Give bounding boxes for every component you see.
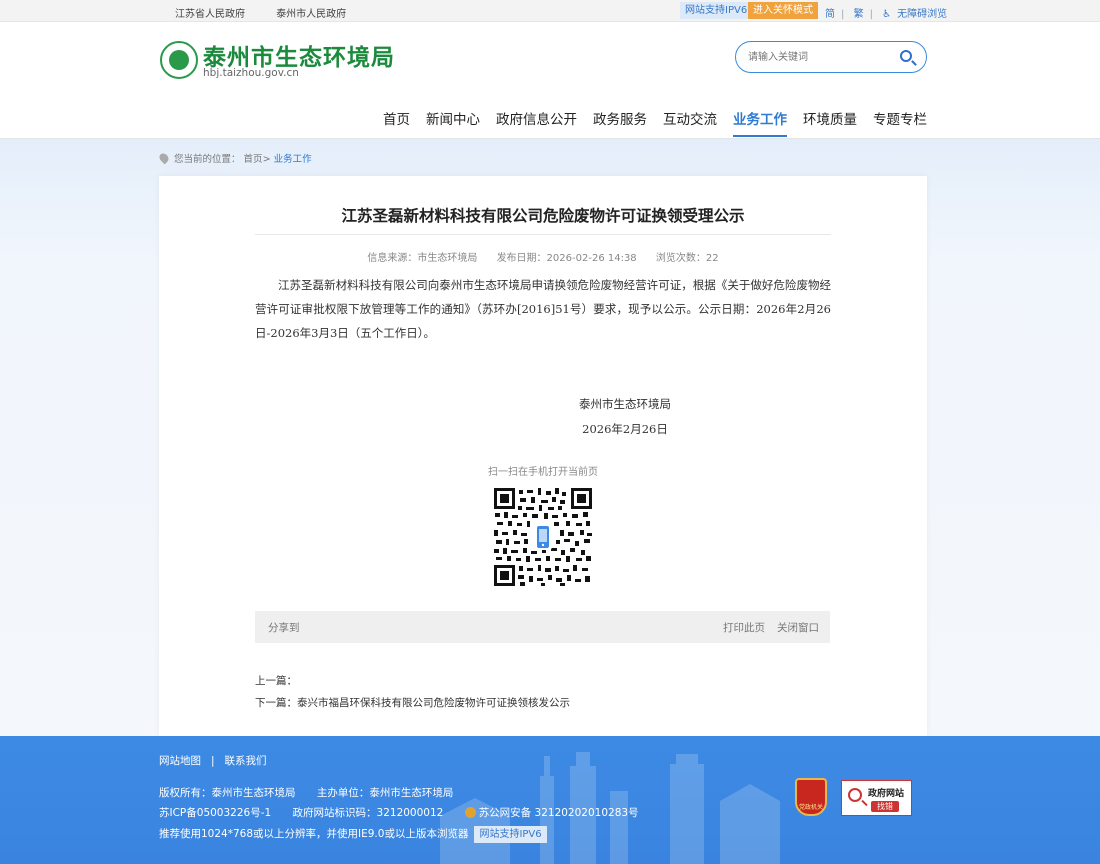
qr-code-icon (494, 488, 592, 586)
nav-item-topics[interactable]: 专题专栏 (873, 108, 927, 138)
site-code-text: 政府网站标识码：3212000012 (292, 807, 444, 819)
nav-item-interaction[interactable]: 互动交流 (663, 108, 717, 138)
nav-item-business[interactable]: 业务工作 (733, 108, 787, 138)
share-bar: 分享到 打印此页 关闭窗口 (255, 611, 830, 643)
breadcrumb-prefix: 您当前的位置： (174, 154, 241, 165)
top-sep: | (869, 9, 873, 20)
article-body: 江苏圣磊新材料科技有限公司向泰州市生态环境局申请换领危险废物经营许可证，根据《关… (255, 278, 831, 340)
main-nav: 首页 新闻中心 政府信息公开 政务服务 互动交流 业务工作 环境质量 专题专栏 (367, 108, 927, 138)
article-date: 发布日期：2026-02-26 14:38 (496, 253, 637, 264)
signature-org: 泰州市生态环境局 (579, 397, 671, 411)
next-article-link[interactable]: 下一篇：泰兴市福昌环保科技有限公司危险废物许可证换领核发公示 (255, 692, 570, 714)
gov-badge-title: 政府网站 (868, 789, 905, 799)
breadcrumb: 您当前的位置： 首页> 业务工作 (157, 151, 312, 165)
link-province-gov[interactable]: 江苏省人民政府 (175, 9, 245, 20)
article-meta: 信息来源：市生态环境局 发布日期：2026-02-26 14:38 浏览次数：2… (159, 249, 927, 264)
breadcrumb-current[interactable]: 业务工作 (274, 154, 312, 165)
police-record-text: 苏公网安备 32120202010283号 (478, 807, 639, 819)
share-to-label[interactable]: 分享到 (268, 620, 300, 635)
sitemap-link[interactable]: 网站地图 (159, 755, 201, 767)
police-badge-icon (464, 807, 476, 818)
top-right-links: 简 | 繁 | ♿ 无障碍浏览 (825, 5, 953, 20)
traditional-chinese-link[interactable]: 繁 (854, 9, 864, 20)
site-footer: 网站地图 | 联系我们 版权所有：泰州市生态环境局 主办单位：泰州市生态环境局 苏I… (0, 736, 1100, 864)
simplified-chinese-link[interactable]: 简 (825, 9, 835, 20)
icp-link[interactable]: 苏ICP备05003226号-1 (159, 807, 271, 819)
care-mode-button[interactable]: 进入关怀模式 (748, 2, 818, 19)
top-sep: | (841, 9, 845, 20)
footer-line-3: 推荐使用1024*768或以上分辨率，并使用IE9.0或以上版本浏览器 网站支持I… (159, 826, 565, 843)
qr-code-graphic (494, 488, 592, 586)
article-views: 浏览次数：22 (655, 253, 719, 264)
police-record-link[interactable]: 苏公网安备 32120202010283号 (464, 807, 639, 819)
footer-line-2: 苏ICP备05003226号-1 政府网站标识码：3212000012 苏公网安… (159, 805, 657, 820)
prev-article-link[interactable]: 上一篇： (255, 670, 570, 692)
top-bar: 江苏省人民政府 泰州市人民政府 网站支持IPV6 进入关怀模式 简 | 繁 | ♿ 无… (0, 0, 1100, 22)
nav-item-gov-info[interactable]: 政府信息公开 (496, 108, 577, 138)
search-icon[interactable] (900, 50, 912, 62)
close-window-link[interactable]: 关闭窗口 (777, 620, 819, 635)
accessibility-icon: ♿ (882, 9, 892, 20)
gov-site-error-badge[interactable]: 政府网站 找错 (841, 780, 912, 816)
footer-ipv6-badge: 网站支持IPV6 (474, 826, 547, 843)
signature-date: 2026年2月26日 (582, 422, 668, 436)
copyright-text: 版权所有：泰州市生态环境局 (159, 787, 296, 799)
nav-item-news[interactable]: 新闻中心 (426, 108, 480, 138)
sponsor-text: 主办单位：泰州市生态环境局 (316, 787, 454, 799)
resolution-text: 推荐使用1024*768或以上分辨率，并使用IE9.0或以上版本浏览器 (159, 828, 469, 840)
party-gov-badge-icon[interactable]: 党政机关 (795, 778, 827, 816)
magnifier-icon (848, 788, 862, 802)
article-source: 信息来源：市生态环境局 (367, 253, 478, 264)
print-page-link[interactable]: 打印此页 (723, 620, 765, 635)
title-divider (255, 234, 831, 235)
article-card: 江苏圣磊新材料科技有限公司危险废物许可证换领受理公示 信息来源：市生态环境局 发… (159, 176, 927, 736)
search-input[interactable] (748, 49, 888, 65)
breadcrumb-arrow: > (262, 154, 271, 165)
article-signature: 泰州市生态环境局 2026年2月26日 (579, 392, 671, 442)
qr-label: 扫一扫在手机打开当前页 (488, 467, 598, 478)
nav-item-home[interactable]: 首页 (383, 108, 410, 138)
gov-badge-sub: 找错 (871, 801, 899, 812)
logo-emblem-icon[interactable] (160, 41, 198, 79)
article-title: 江苏圣磊新材料科技有限公司危险废物许可证换领受理公示 (341, 207, 745, 225)
nav-item-services[interactable]: 政务服务 (593, 108, 647, 138)
site-header: 泰州市生态环境局 hbj.taizhou.gov.cn 首页 新闻中心 政府信息… (0, 22, 1100, 139)
ipv6-badge: 网站支持IPV6 (680, 2, 753, 19)
footer-line-1: 版权所有：泰州市生态环境局 主办单位：泰州市生态环境局 (159, 785, 471, 800)
nav-item-env-quality[interactable]: 环境质量 (803, 108, 857, 138)
footer-links: 网站地图 | 联系我们 (159, 753, 267, 768)
prev-next-links: 上一篇： 下一篇：泰兴市福昌环保科技有限公司危险废物许可证换领核发公示 (255, 670, 570, 714)
contact-link[interactable]: 联系我们 (225, 755, 267, 767)
breadcrumb-home[interactable]: 首页 (244, 154, 263, 165)
footer-sep: | (211, 755, 215, 767)
site-domain: hbj.taizhou.gov.cn (203, 67, 299, 79)
search-box (735, 41, 927, 73)
link-city-gov[interactable]: 泰州市人民政府 (276, 9, 346, 20)
location-pin-icon (157, 151, 171, 165)
top-links: 江苏省人民政府 泰州市人民政府 (175, 5, 374, 20)
accessible-browse-link[interactable]: 无障碍浏览 (897, 9, 947, 20)
party-badge-label: 党政机关 (798, 804, 823, 811)
